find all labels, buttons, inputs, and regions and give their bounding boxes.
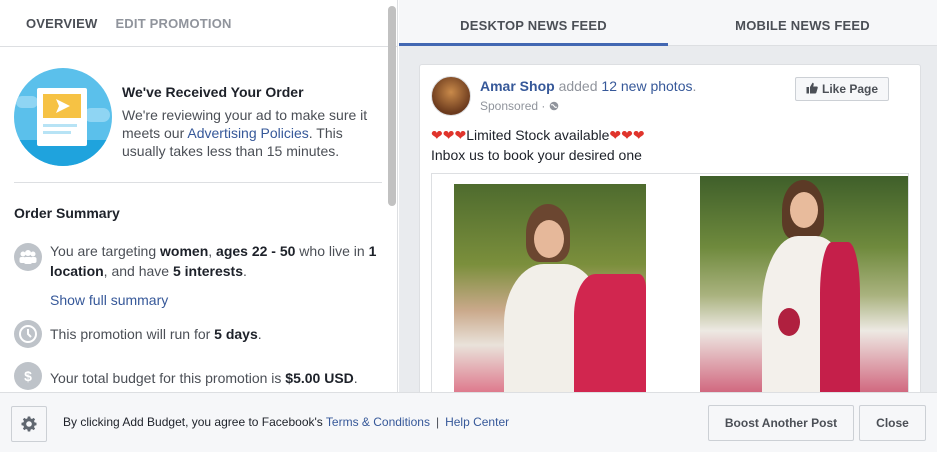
dollar-icon: $ [14,362,42,390]
received-title: We've Received Your Order [122,84,304,100]
budget-text: Your total budget for this promotion is … [50,370,358,386]
post-photo-2[interactable] [700,176,908,392]
show-full-summary-link[interactable]: Show full summary [50,292,168,308]
boost-another-post-button[interactable]: Boost Another Post [708,405,854,441]
left-panel: OVERVIEW EDIT PROMOTION We've Received Y… [0,0,398,392]
photo-grid [431,173,909,392]
left-scrollbar[interactable] [388,6,396,206]
received-body: We're reviewing your ad to make sure it … [122,107,368,159]
sponsored-label: Sponsored · [480,99,559,113]
post-photo-1[interactable] [454,184,646,392]
preview-panel: DESKTOP NEWS FEED MOBILE NEWS FEED Amar … [399,0,937,392]
budget-row: $ Your total budget for this promotion i… [14,362,384,392]
tab-desktop-news-feed[interactable]: DESKTOP NEWS FEED [399,0,668,46]
like-page-button[interactable]: Like Page [795,77,889,101]
targeting-text: You are targeting women, ages 22 - 50 wh… [50,243,377,279]
targeting-row: You are targeting women, ages 22 - 50 wh… [14,241,384,281]
ad-review-illustration [14,68,112,166]
thumbs-up-icon [806,78,818,100]
hearts-right: ❤❤❤ [609,127,645,143]
left-tab-bar: OVERVIEW EDIT PROMOTION [0,0,397,47]
people-icon [14,243,42,271]
globe-icon [549,99,559,113]
help-center-link[interactable]: Help Center [445,415,509,429]
divider [14,182,382,183]
advertising-policies-link[interactable]: Advertising Policies [187,125,308,141]
clock-icon [14,320,42,348]
page-name-link[interactable]: Amar Shop [480,78,555,94]
terms-link[interactable]: Terms & Conditions [326,415,430,429]
tab-mobile-news-feed[interactable]: MOBILE NEWS FEED [668,0,937,45]
close-button[interactable]: Close [859,405,926,441]
preview-tab-bar: DESKTOP NEWS FEED MOBILE NEWS FEED [399,0,937,46]
hearts-left: ❤❤❤ [431,127,467,143]
tab-overview[interactable]: OVERVIEW [26,16,97,31]
gear-icon[interactable] [11,406,47,442]
post-header: Amar Shop added 12 new photos. [480,78,697,94]
duration-text: This promotion will run for 5 days. [50,326,262,342]
footer-text: By clicking Add Budget, you agree to Fac… [63,415,510,429]
page-avatar[interactable] [431,76,471,116]
post-text: ❤❤❤Limited Stock available❤❤❤ Inbox us t… [431,127,645,163]
duration-row: This promotion will run for 5 days. [14,320,384,350]
footer-bar: By clicking Add Budget, you agree to Fac… [0,392,937,452]
photos-link[interactable]: 12 new photos [601,78,692,94]
order-summary-title: Order Summary [14,205,120,221]
tab-edit-promotion[interactable]: EDIT PROMOTION [115,16,231,31]
order-received-section: We've Received Your Order We're reviewin… [14,68,382,168]
post-preview: Amar Shop added 12 new photos. Sponsored… [419,64,921,392]
